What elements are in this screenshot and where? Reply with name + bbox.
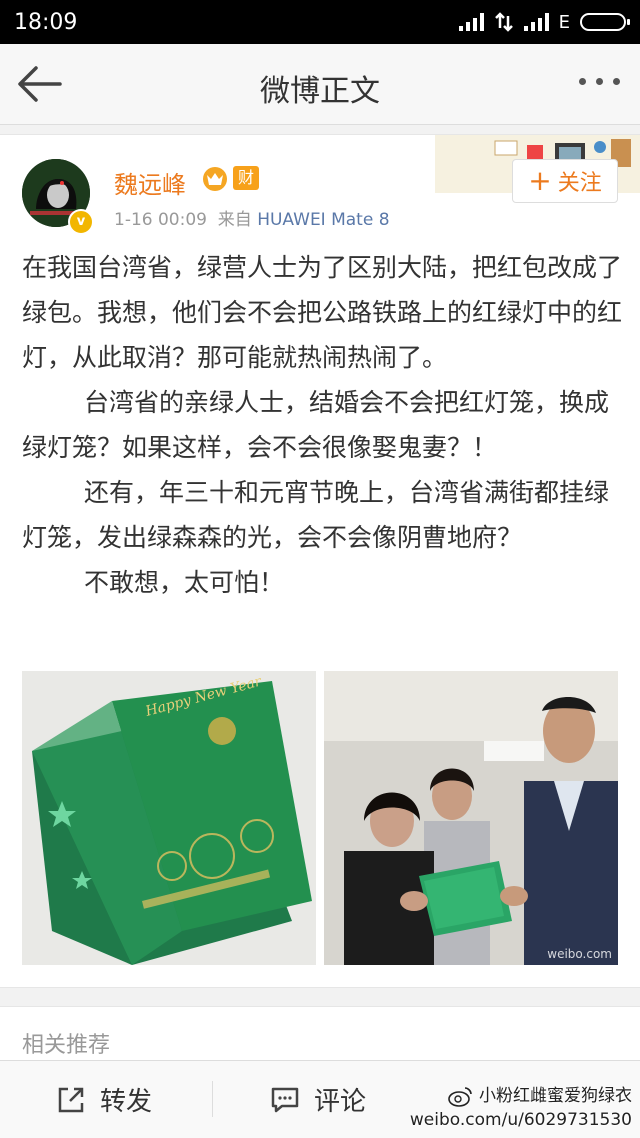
page-title: 微博正文 bbox=[260, 74, 380, 109]
signal-icon bbox=[458, 13, 484, 31]
post-source[interactable]: HUAWEI Mate 8 bbox=[257, 210, 389, 230]
plus-icon: + bbox=[528, 164, 552, 197]
image-watermark: weibo.com bbox=[547, 947, 612, 961]
weibo-logo-icon bbox=[448, 1087, 472, 1107]
more-options-icon[interactable] bbox=[579, 78, 620, 85]
source-prefix: 来自 bbox=[217, 210, 252, 230]
post-card: v 魏远峰 财 1-16 00:09 来自 HUAWEI Mate 8 + 关注… bbox=[0, 134, 640, 988]
post-paragraph-3: 还有，年三十和元宵节晚上，台湾省满街都挂绿灯笼，发出绿森森的光，会不会像阴曹地府… bbox=[22, 478, 610, 552]
nav-bar: 微博正文 bbox=[0, 44, 640, 125]
wealth-badge-icon: 财 bbox=[233, 166, 259, 190]
repost-icon bbox=[58, 1087, 84, 1112]
comment-button[interactable]: 评论 bbox=[270, 1061, 366, 1138]
post-meta: 1-16 00:09 来自 HUAWEI Mate 8 bbox=[114, 205, 390, 230]
status-time: 18:09 bbox=[14, 9, 78, 35]
related-label: 相关推荐 bbox=[22, 1033, 111, 1058]
comment-label: 评论 bbox=[314, 1087, 367, 1117]
verified-badge-icon: v bbox=[68, 209, 94, 235]
repost-button[interactable]: 转发 bbox=[56, 1061, 152, 1138]
repost-label: 转发 bbox=[100, 1087, 153, 1117]
status-bar: 18:09 E bbox=[0, 0, 640, 44]
network-type: E bbox=[558, 11, 570, 33]
username[interactable]: 魏远峰 bbox=[114, 165, 186, 200]
signal-icon-2 bbox=[523, 13, 549, 31]
battery-icon bbox=[580, 13, 630, 31]
post-image-1[interactable]: Happy New Year bbox=[22, 671, 316, 965]
divider bbox=[212, 1081, 213, 1117]
post-time: 1-16 00:09 bbox=[114, 210, 207, 230]
weibo-watermark: 小粉红雌蜜爱狗绿衣 weibo.com/u/6029731530 bbox=[410, 1084, 632, 1132]
watermark-url: weibo.com/u/6029731530 bbox=[409, 1110, 632, 1130]
post-paragraph-1: 在我国台湾省，绿营人士为了区别大陆，把红包改成了绿包。我想，他们会不会把公路铁路… bbox=[22, 253, 623, 372]
data-transfer-icon bbox=[494, 12, 513, 32]
watermark-user: 小粉红雌蜜爱狗绿衣 bbox=[479, 1086, 632, 1106]
follow-button[interactable]: + 关注 bbox=[512, 159, 618, 203]
crown-vip-icon bbox=[203, 167, 227, 191]
bottom-action-bar: 转发 评论 小粉红雌蜜爱狗绿衣 weibo.com/u/6029731530 bbox=[0, 1060, 640, 1138]
status-icons: E bbox=[458, 11, 630, 33]
follow-label: 关注 bbox=[557, 171, 602, 196]
comment-icon bbox=[271, 1087, 299, 1112]
post-paragraph-2: 台湾省的亲绿人士，结婚会不会把红灯笼，换成绿灯笼？如果这样，会不会很像娶鬼妻？！ bbox=[22, 388, 610, 462]
post-paragraph-4: 不敢想，太可怕！ bbox=[84, 568, 285, 597]
post-image-2[interactable]: weibo.com bbox=[324, 671, 618, 965]
post-text: 在我国台湾省，绿营人士为了区别大陆，把红包改成了绿包。我想，他们会不会把公路铁路… bbox=[22, 245, 622, 605]
